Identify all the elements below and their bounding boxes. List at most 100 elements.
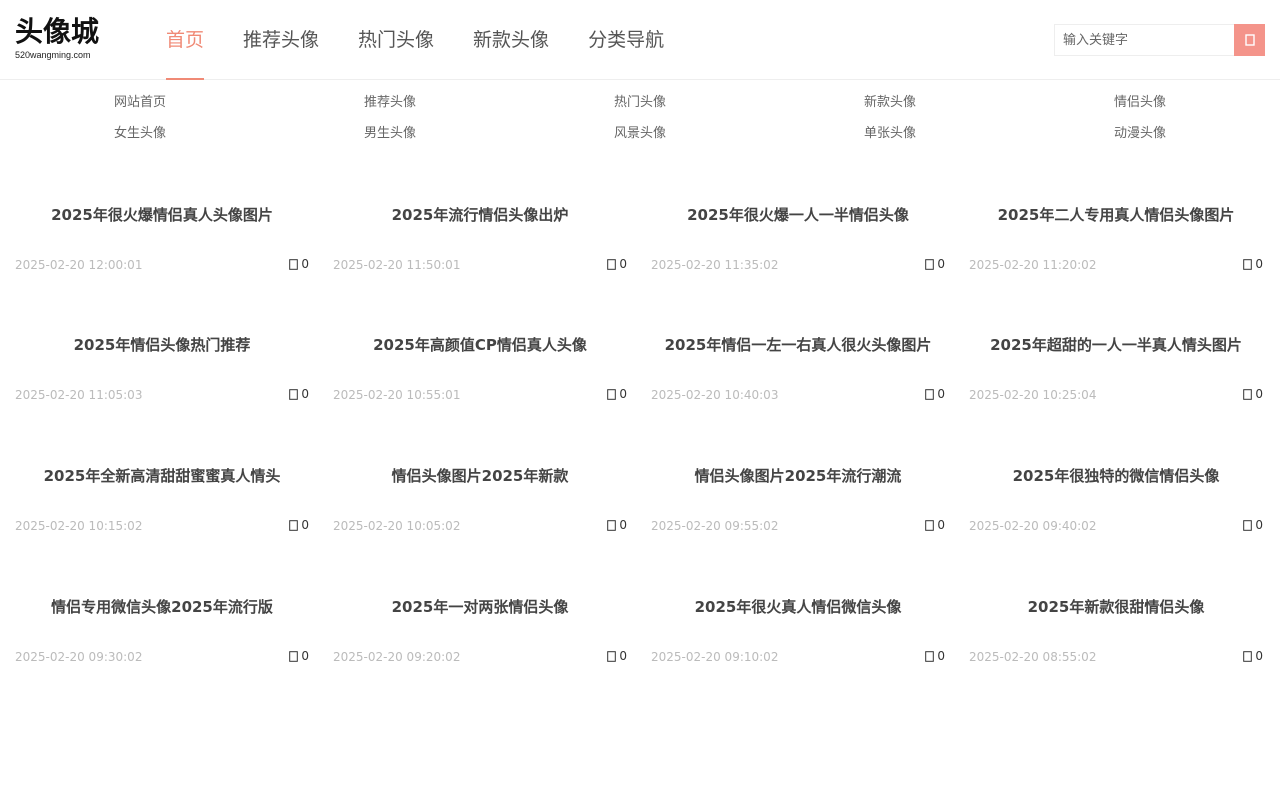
article-comment-count: 0 — [925, 517, 945, 533]
comment-count: 0 — [1255, 518, 1263, 532]
article-card[interactable]: 2025年新款很甜情侣头像 2025-02-20 08:55:02 0 — [969, 572, 1263, 682]
comment-icon — [1243, 258, 1253, 270]
article-title[interactable]: 2025年情侣头像热门推荐 — [15, 334, 309, 356]
comment-count: 0 — [619, 518, 627, 532]
article-card[interactable]: 2025年很独特的微信情侣头像 2025-02-20 09:40:02 0 — [969, 441, 1263, 551]
comment-icon — [289, 650, 299, 662]
article-title[interactable]: 2025年全新高清甜甜蜜蜜真人情头 — [15, 465, 309, 487]
article-card[interactable]: 2025年很火爆一人一半情侣头像 2025-02-20 11:35:02 0 — [651, 180, 945, 290]
nav-item-home[interactable]: 首页 — [166, 0, 205, 80]
article-comment-count: 0 — [925, 256, 945, 272]
article-title[interactable]: 2025年超甜的一人一半真人情头图片 — [969, 334, 1263, 356]
category-link-girls[interactable]: 女生头像 — [15, 119, 265, 150]
article-comment-count: 0 — [289, 517, 309, 533]
category-link-popular[interactable]: 热门头像 — [515, 88, 765, 119]
article-card[interactable]: 情侣头像图片2025年流行潮流 2025-02-20 09:55:02 0 — [651, 441, 945, 551]
category-nav: 网站首页 推荐头像 热门头像 新款头像 情侣头像 女生头像 男生头像 风景头像 … — [0, 88, 1280, 150]
comment-icon — [607, 258, 617, 270]
nav-item-categories[interactable]: 分类导航 — [588, 0, 664, 80]
article-title[interactable]: 2025年情侣一左一右真人很火头像图片 — [651, 334, 945, 356]
article-card[interactable]: 情侣头像图片2025年新款 2025-02-20 10:05:02 0 — [333, 441, 627, 551]
article-card[interactable]: 2025年二人专用真人情侣头像图片 2025-02-20 11:20:02 0 — [969, 180, 1263, 290]
article-date: 2025-02-20 10:25:04 — [969, 388, 1097, 402]
article-title[interactable]: 2025年很火爆情侣真人头像图片 — [15, 204, 309, 226]
article-date: 2025-02-20 11:20:02 — [969, 258, 1097, 272]
article-date: 2025-02-20 09:30:02 — [15, 650, 143, 664]
article-card[interactable]: 2025年流行情侣头像出炉 2025-02-20 11:50:01 0 — [333, 180, 627, 290]
nav-item-new[interactable]: 新款头像 — [473, 0, 549, 80]
article-date: 2025-02-20 11:35:02 — [651, 258, 779, 272]
article-card[interactable]: 2025年情侣一左一右真人很火头像图片 2025-02-20 10:40:03 0 — [651, 310, 945, 420]
category-link-scenery[interactable]: 风景头像 — [515, 119, 765, 150]
comment-icon — [607, 519, 617, 531]
comment-count: 0 — [1255, 387, 1263, 401]
site-header: 头像城 520wangming.com 首页 推荐头像 热门头像 新款头像 分类… — [0, 0, 1280, 80]
search-button[interactable] — [1234, 24, 1265, 56]
logo-domain: 520wangming.com — [15, 50, 91, 60]
category-link-single[interactable]: 单张头像 — [765, 119, 1015, 150]
nav-item-popular[interactable]: 热门头像 — [358, 0, 434, 80]
article-date: 2025-02-20 09:55:02 — [651, 519, 779, 533]
article-title[interactable]: 2025年很火爆一人一半情侣头像 — [651, 204, 945, 226]
article-date: 2025-02-20 09:40:02 — [969, 519, 1097, 533]
comment-count: 0 — [1255, 257, 1263, 271]
article-comment-count: 0 — [289, 256, 309, 272]
comment-icon — [925, 650, 935, 662]
article-card[interactable]: 情侣专用微信头像2025年流行版 2025-02-20 09:30:02 0 — [15, 572, 309, 682]
article-date: 2025-02-20 11:50:01 — [333, 258, 461, 272]
article-date: 2025-02-20 09:10:02 — [651, 650, 779, 664]
comment-icon — [925, 519, 935, 531]
article-date: 2025-02-20 10:40:03 — [651, 388, 779, 402]
category-nav-row: 女生头像 男生头像 风景头像 单张头像 动漫头像 — [0, 119, 1280, 150]
category-link-site-home[interactable]: 网站首页 — [15, 88, 265, 119]
article-card[interactable]: 2025年超甜的一人一半真人情头图片 2025-02-20 10:25:04 0 — [969, 310, 1263, 420]
article-date: 2025-02-20 09:20:02 — [333, 650, 461, 664]
comment-count: 0 — [937, 649, 945, 663]
logo-title: 头像城 — [15, 15, 100, 48]
comment-icon — [289, 258, 299, 270]
article-title[interactable]: 2025年流行情侣头像出炉 — [333, 204, 627, 226]
article-card[interactable]: 2025年情侣头像热门推荐 2025-02-20 11:05:03 0 — [15, 310, 309, 420]
comment-count: 0 — [937, 518, 945, 532]
main-nav: 首页 推荐头像 热门头像 新款头像 分类导航 — [166, 0, 703, 80]
category-link-new[interactable]: 新款头像 — [765, 88, 1015, 119]
category-nav-row: 网站首页 推荐头像 热门头像 新款头像 情侣头像 — [0, 88, 1280, 119]
comment-icon — [1243, 519, 1253, 531]
article-card[interactable]: 2025年全新高清甜甜蜜蜜真人情头 2025-02-20 10:15:02 0 — [15, 441, 309, 551]
search-input[interactable] — [1054, 24, 1234, 56]
comment-icon — [607, 650, 617, 662]
comment-count: 0 — [619, 387, 627, 401]
article-date: 2025-02-20 12:00:01 — [15, 258, 143, 272]
comment-icon — [289, 388, 299, 400]
nav-item-recommended[interactable]: 推荐头像 — [243, 0, 319, 80]
category-link-boys[interactable]: 男生头像 — [265, 119, 515, 150]
article-title[interactable]: 2025年高颜值CP情侣真人头像 — [333, 334, 627, 356]
article-comment-count: 0 — [1243, 256, 1263, 272]
article-comment-count: 0 — [925, 386, 945, 402]
article-comment-count: 0 — [607, 517, 627, 533]
comment-icon — [1243, 388, 1253, 400]
article-title[interactable]: 2025年很独特的微信情侣头像 — [969, 465, 1263, 487]
article-title[interactable]: 情侣头像图片2025年流行潮流 — [651, 465, 945, 487]
article-title[interactable]: 情侣头像图片2025年新款 — [333, 465, 627, 487]
search-icon — [1244, 34, 1255, 46]
article-title[interactable]: 2025年很火真人情侣微信头像 — [651, 596, 945, 618]
article-comment-count: 0 — [607, 648, 627, 664]
article-title[interactable]: 2025年一对两张情侣头像 — [333, 596, 627, 618]
article-date: 2025-02-20 10:55:01 — [333, 388, 461, 402]
article-card[interactable]: 2025年高颜值CP情侣真人头像 2025-02-20 10:55:01 0 — [333, 310, 627, 420]
article-card[interactable]: 2025年很火真人情侣微信头像 2025-02-20 09:10:02 0 — [651, 572, 945, 682]
article-title[interactable]: 2025年新款很甜情侣头像 — [969, 596, 1263, 618]
article-card[interactable]: 2025年一对两张情侣头像 2025-02-20 09:20:02 0 — [333, 572, 627, 682]
site-logo[interactable]: 头像城 520wangming.com — [15, 16, 105, 64]
category-link-recommended[interactable]: 推荐头像 — [265, 88, 515, 119]
article-title[interactable]: 2025年二人专用真人情侣头像图片 — [969, 204, 1263, 226]
article-comment-count: 0 — [607, 256, 627, 272]
article-title[interactable]: 情侣专用微信头像2025年流行版 — [15, 596, 309, 618]
comment-count: 0 — [937, 257, 945, 271]
comment-count: 0 — [937, 387, 945, 401]
category-link-couple[interactable]: 情侣头像 — [1015, 88, 1265, 119]
category-link-anime[interactable]: 动漫头像 — [1015, 119, 1265, 150]
article-card[interactable]: 2025年很火爆情侣真人头像图片 2025-02-20 12:00:01 0 — [15, 180, 309, 290]
comment-count: 0 — [1255, 649, 1263, 663]
